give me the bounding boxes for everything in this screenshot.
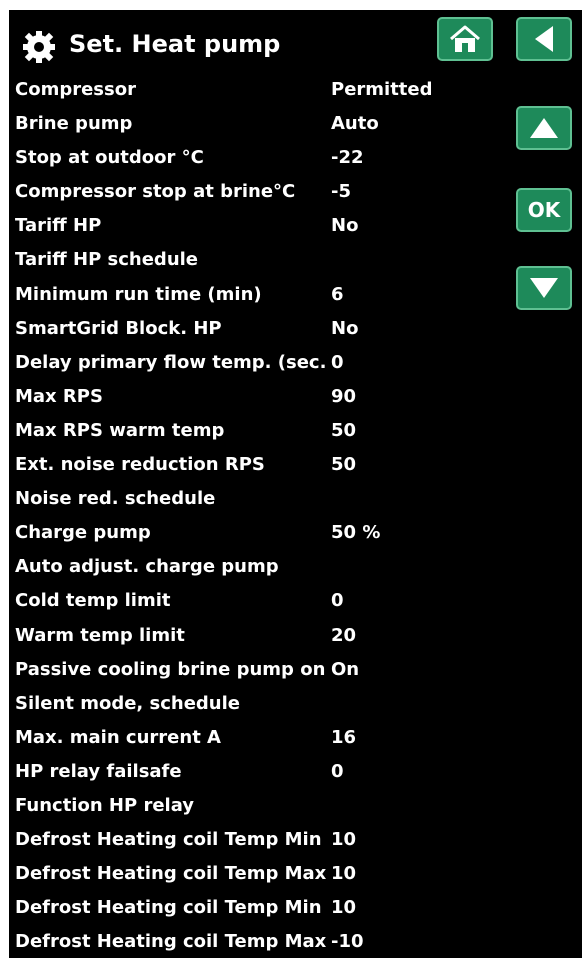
setting-label: Warm temp limit [15, 624, 185, 646]
setting-label: Brine pump [15, 113, 133, 135]
scroll-down-button[interactable] [516, 266, 572, 310]
up-arrow-icon [530, 118, 558, 138]
setting-label: Stop at outdoor °C [15, 147, 204, 169]
setting-label: Tariff HP schedule [15, 249, 199, 271]
setting-row-smartgrid-block[interactable]: SmartGrid Block. HP No [9, 313, 509, 347]
setting-label: Defrost Heating coil Temp Max m [15, 863, 328, 885]
setting-value: 10 [331, 863, 357, 885]
setting-label: Max. main current A [15, 726, 221, 748]
setting-label: Silent mode, schedule [15, 692, 240, 714]
setting-label: Auto adjust. charge pump [15, 556, 279, 578]
back-arrow-icon [535, 26, 553, 52]
gear-icon [23, 31, 55, 63]
setting-label: Ext. noise reduction RPS [15, 454, 265, 476]
setting-label: Charge pump [15, 522, 151, 544]
setting-value: 50 % [331, 522, 381, 544]
setting-value: 0 [331, 351, 344, 373]
page-title: Set. Heat pump [69, 30, 281, 58]
setting-label: Minimum run time (min) [15, 283, 262, 305]
setting-label: Passive cooling brine pump on [15, 658, 326, 680]
scroll-up-button[interactable] [516, 106, 572, 150]
home-icon [450, 25, 480, 52]
setting-value: 10 [331, 897, 357, 919]
setting-label: Function HP relay [15, 794, 195, 816]
setting-row-defrost-temp-max-m[interactable]: Defrost Heating coil Temp Max m 10 [9, 858, 509, 892]
setting-label: Compressor [15, 79, 136, 100]
setting-row-ext-noise-reduction[interactable]: Ext. noise reduction RPS 50 [9, 449, 509, 483]
setting-value: -5 [331, 181, 351, 203]
setting-row-compressor[interactable]: Compressor Permitted [9, 74, 509, 108]
setting-value: 20 [331, 624, 357, 646]
setting-row-defrost-temp-min-m[interactable]: Defrost Heating coil Temp Min m 10 [9, 824, 509, 858]
heat-pump-settings-screen: Set. Heat pump OK Compressor Permitted Br… [9, 10, 582, 958]
setting-label: HP relay failsafe [15, 760, 182, 782]
settings-list: Compressor Permitted Brine pump Auto Stop … [9, 74, 509, 958]
header: Set. Heat pump [9, 10, 429, 80]
setting-label: Max RPS warm temp [15, 419, 225, 441]
setting-value: No [331, 215, 359, 237]
setting-label: Delay primary flow temp. (sec.) [15, 351, 328, 373]
setting-label: Cold temp limit [15, 590, 171, 612]
setting-row-minimum-run-time[interactable]: Minimum run time (min) 6 [9, 279, 509, 313]
setting-row-max-main-current[interactable]: Max. main current A 16 [9, 722, 509, 756]
setting-row-tariff-hp[interactable]: Tariff HP No [9, 210, 509, 244]
setting-label: Max RPS [15, 385, 103, 407]
setting-value: Permitted [331, 79, 433, 100]
setting-value: 10 [331, 829, 357, 851]
setting-label: Defrost Heating coil Temp Min °C [15, 897, 328, 919]
setting-value: On [331, 658, 360, 680]
setting-row-defrost-temp-min-c[interactable]: Defrost Heating coil Temp Min °C 10 [9, 892, 509, 926]
setting-value: 90 [331, 385, 357, 407]
setting-row-silent-mode-schedule[interactable]: Silent mode, schedule [9, 688, 509, 722]
setting-label: Defrost Heating coil Temp Min m [15, 829, 328, 851]
setting-value: 50 [331, 454, 357, 476]
setting-row-cold-temp-limit[interactable]: Cold temp limit 0 [9, 585, 509, 619]
setting-row-auto-adjust-charge-pump[interactable]: Auto adjust. charge pump [9, 551, 509, 585]
setting-value: 0 [331, 590, 344, 612]
setting-row-hp-relay-failsafe[interactable]: HP relay failsafe 0 [9, 756, 509, 790]
setting-value: 16 [331, 726, 357, 748]
setting-row-stop-at-outdoor[interactable]: Stop at outdoor °C -22 [9, 142, 509, 176]
setting-row-tariff-hp-schedule[interactable]: Tariff HP schedule [9, 244, 509, 278]
setting-row-warm-temp-limit[interactable]: Warm temp limit 20 [9, 620, 509, 654]
down-arrow-icon [530, 278, 558, 298]
setting-row-charge-pump[interactable]: Charge pump 50 % [9, 517, 509, 551]
setting-value: 0 [331, 760, 344, 782]
setting-row-max-rps-warm-temp[interactable]: Max RPS warm temp 50 [9, 415, 509, 449]
setting-row-noise-red-schedule[interactable]: Noise red. schedule [9, 483, 509, 517]
setting-label: Tariff HP [15, 215, 102, 237]
setting-label: SmartGrid Block. HP [15, 317, 222, 339]
setting-row-defrost-temp-max-c[interactable]: Defrost Heating coil Temp Max °C -10 [9, 926, 509, 958]
ok-button[interactable]: OK [516, 188, 572, 232]
setting-label: Compressor stop at brine°C [15, 181, 296, 203]
setting-value: 50 [331, 419, 357, 441]
setting-row-compressor-stop-brine[interactable]: Compressor stop at brine°C -5 [9, 176, 509, 210]
setting-value: -10 [331, 931, 364, 953]
setting-value: No [331, 317, 359, 339]
setting-row-brine-pump[interactable]: Brine pump Auto [9, 108, 509, 142]
setting-value: 6 [331, 283, 344, 305]
setting-row-delay-primary-flow[interactable]: Delay primary flow temp. (sec.) 0 [9, 347, 509, 381]
setting-value: -22 [331, 147, 364, 169]
setting-label: Defrost Heating coil Temp Max °C [15, 931, 328, 953]
home-button[interactable] [437, 17, 493, 61]
setting-value: Auto [331, 113, 379, 135]
setting-row-passive-cooling-brine-pump[interactable]: Passive cooling brine pump on On [9, 654, 509, 688]
setting-label: Noise red. schedule [15, 488, 216, 510]
setting-row-max-rps[interactable]: Max RPS 90 [9, 381, 509, 415]
setting-row-function-hp-relay[interactable]: Function HP relay [9, 790, 509, 824]
back-button[interactable] [516, 17, 572, 61]
